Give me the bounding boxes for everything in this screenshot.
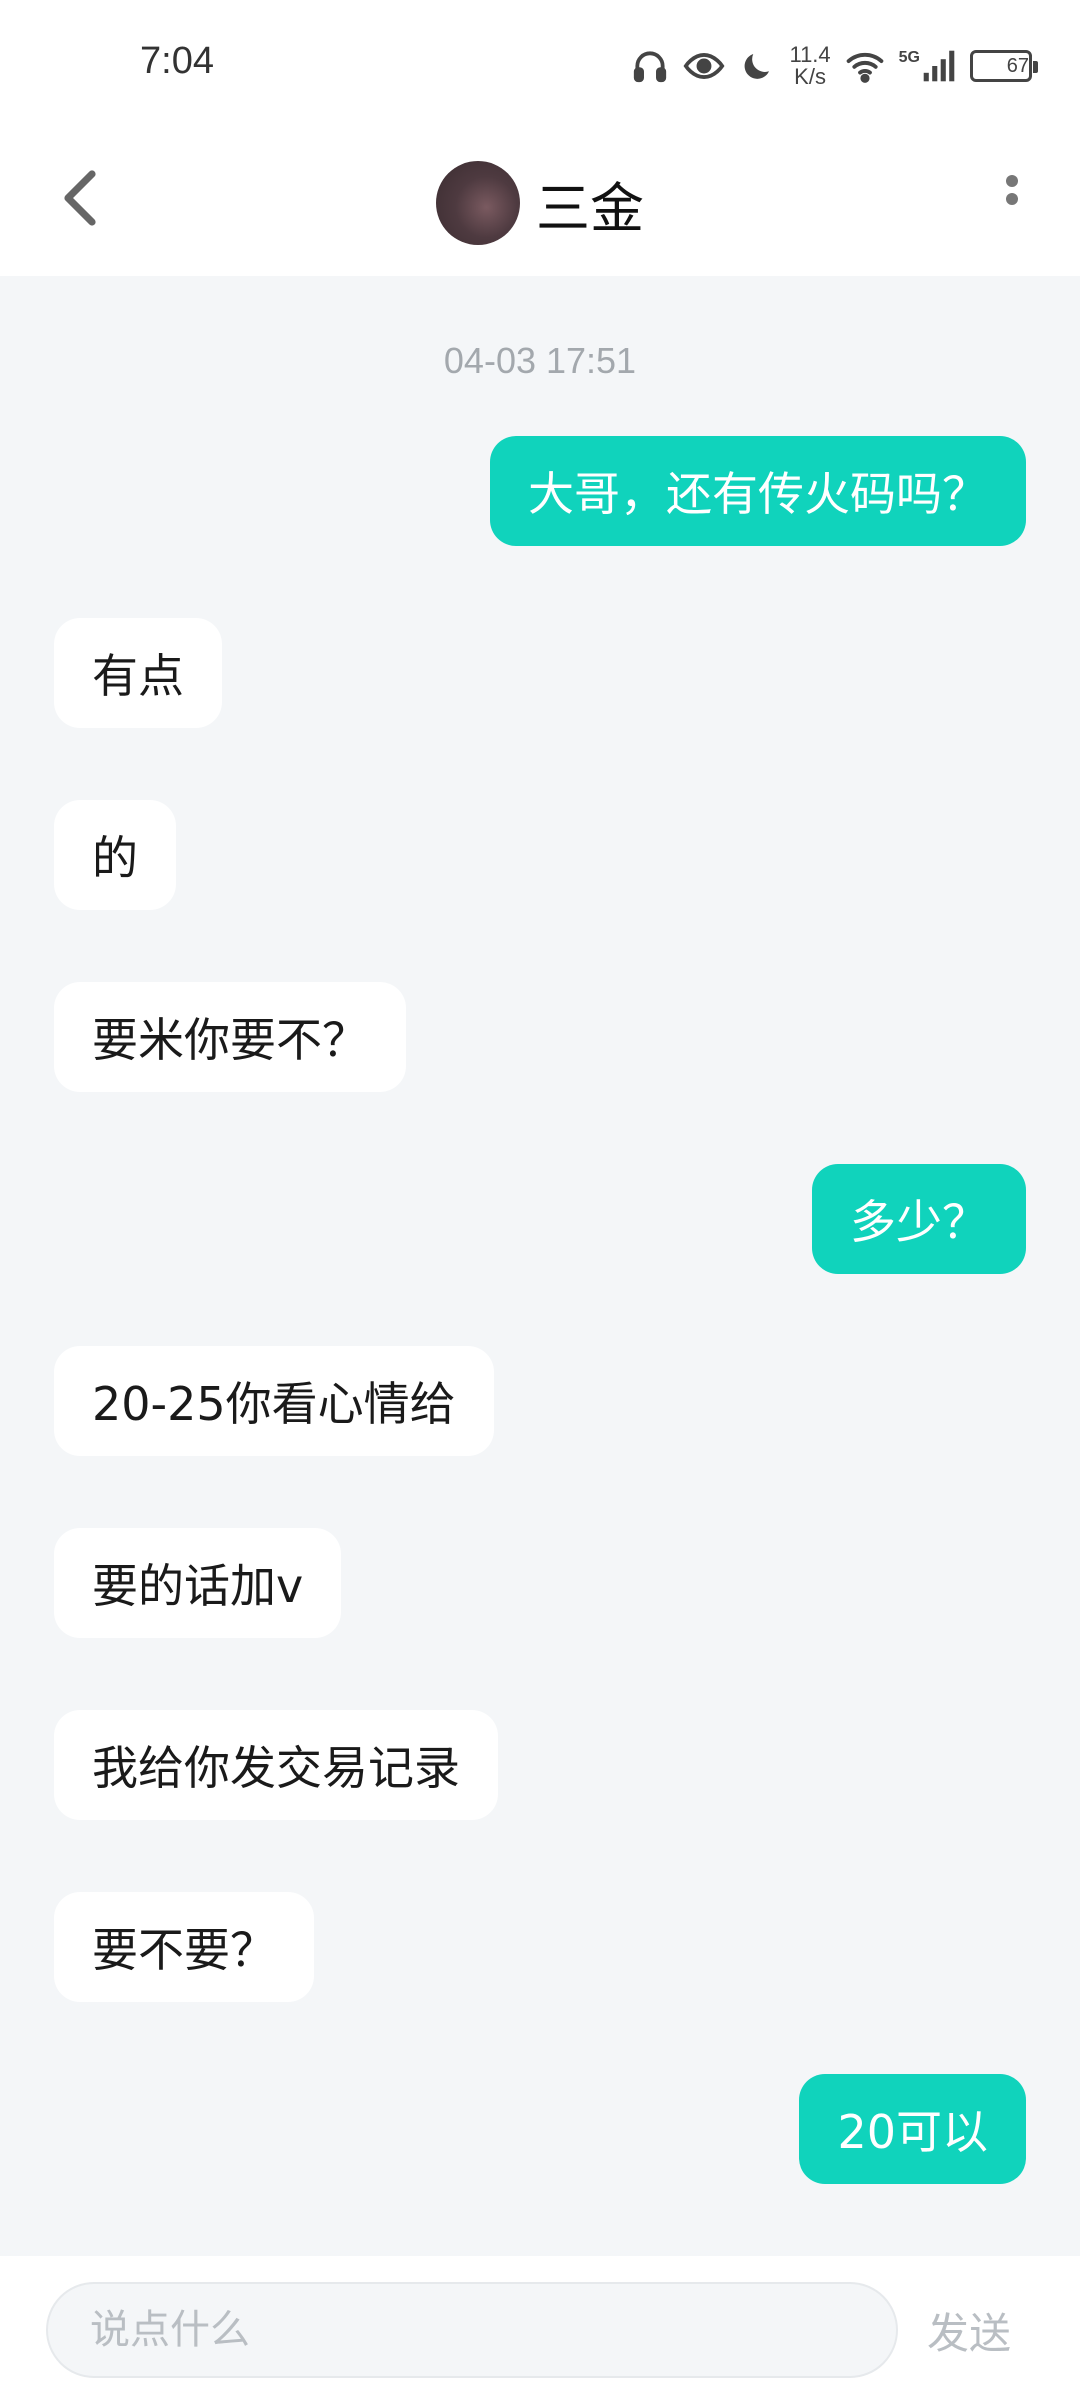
contact-info[interactable]: 三金 — [0, 148, 1080, 258]
more-button[interactable] — [972, 160, 1052, 240]
avatar[interactable] — [436, 161, 520, 245]
headphones-icon — [631, 47, 669, 85]
chat-area[interactable]: 04-03 17:51 大哥，还有传火码吗？ 有点 的 要米你要不？ 多少？ 2… — [0, 276, 1080, 2256]
message-input[interactable] — [46, 2282, 898, 2378]
net-speed-unit: K/s — [794, 64, 826, 89]
net-speed: 11.4 K/s — [789, 44, 830, 88]
message-bubble-incoming[interactable]: 有点 — [54, 618, 222, 728]
battery-level: 67 — [1006, 54, 1029, 77]
message-bubble-outgoing[interactable]: 大哥，还有传火码吗？ — [490, 436, 1026, 546]
eye-icon — [683, 47, 725, 85]
status-icons: 11.4 K/s 5G 67 — [631, 40, 1038, 92]
input-bar: 发送 — [0, 2256, 1080, 2400]
message-bubble-incoming[interactable]: 我给你发交易记录 — [54, 1710, 498, 1820]
more-vertical-icon — [1002, 173, 1022, 227]
message-bubble-incoming[interactable]: 要米你要不？ — [54, 982, 406, 1092]
moon-icon — [739, 47, 775, 85]
network-type: 5G — [898, 49, 920, 66]
status-bar: 7:04 11.4 K/s 5G 67 — [0, 0, 1080, 130]
message-bubble-outgoing[interactable]: 20可以 — [799, 2074, 1026, 2184]
contact-name: 三金 — [536, 176, 644, 240]
message-bubble-incoming[interactable]: 的 — [54, 800, 176, 910]
message-bubble-outgoing[interactable]: 多少？ — [812, 1164, 1026, 1274]
chat-header: 三金 — [0, 130, 1080, 276]
message-timestamp: 04-03 17:51 — [443, 340, 637, 381]
status-time: 7:04 — [140, 40, 214, 82]
send-button[interactable]: 发送 — [904, 2282, 1034, 2378]
battery-icon: 67 — [970, 50, 1038, 82]
net-speed-value: 11.4 — [789, 42, 831, 67]
message-bubble-incoming[interactable]: 要的话加v — [54, 1528, 342, 1638]
signal-icon: 5G — [899, 49, 956, 83]
message-bubble-incoming[interactable]: 要不要？ — [54, 1892, 314, 2002]
wifi-icon — [845, 48, 885, 84]
message-bubble-incoming[interactable]: 20-25你看心情给 — [54, 1346, 494, 1456]
